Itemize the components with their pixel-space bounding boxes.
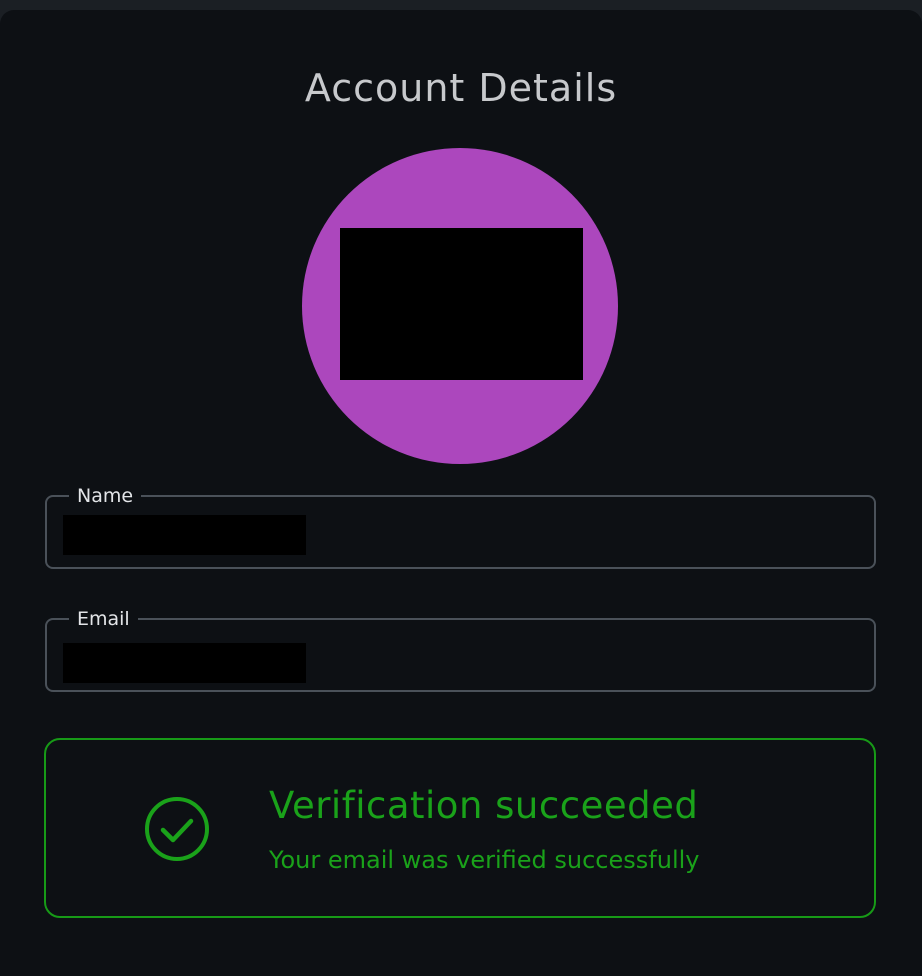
verification-success-alert: Verification succeeded Your email was ve… [44,738,876,918]
email-field[interactable]: Email [45,606,876,692]
name-field[interactable]: Name [45,483,876,569]
avatar-redaction [340,228,583,380]
window-top-bar [0,0,922,10]
name-value-redaction [63,515,306,555]
name-field-label: Name [69,483,142,509]
verification-title: Verification succeeded [269,784,699,827]
avatar[interactable] [302,148,618,464]
verification-message: Your email was verified successfully [269,846,700,874]
email-value-redaction [63,643,306,683]
email-field-label: Email [69,606,138,632]
check-circle-icon [145,797,209,861]
page-title: Account Details [304,66,618,110]
